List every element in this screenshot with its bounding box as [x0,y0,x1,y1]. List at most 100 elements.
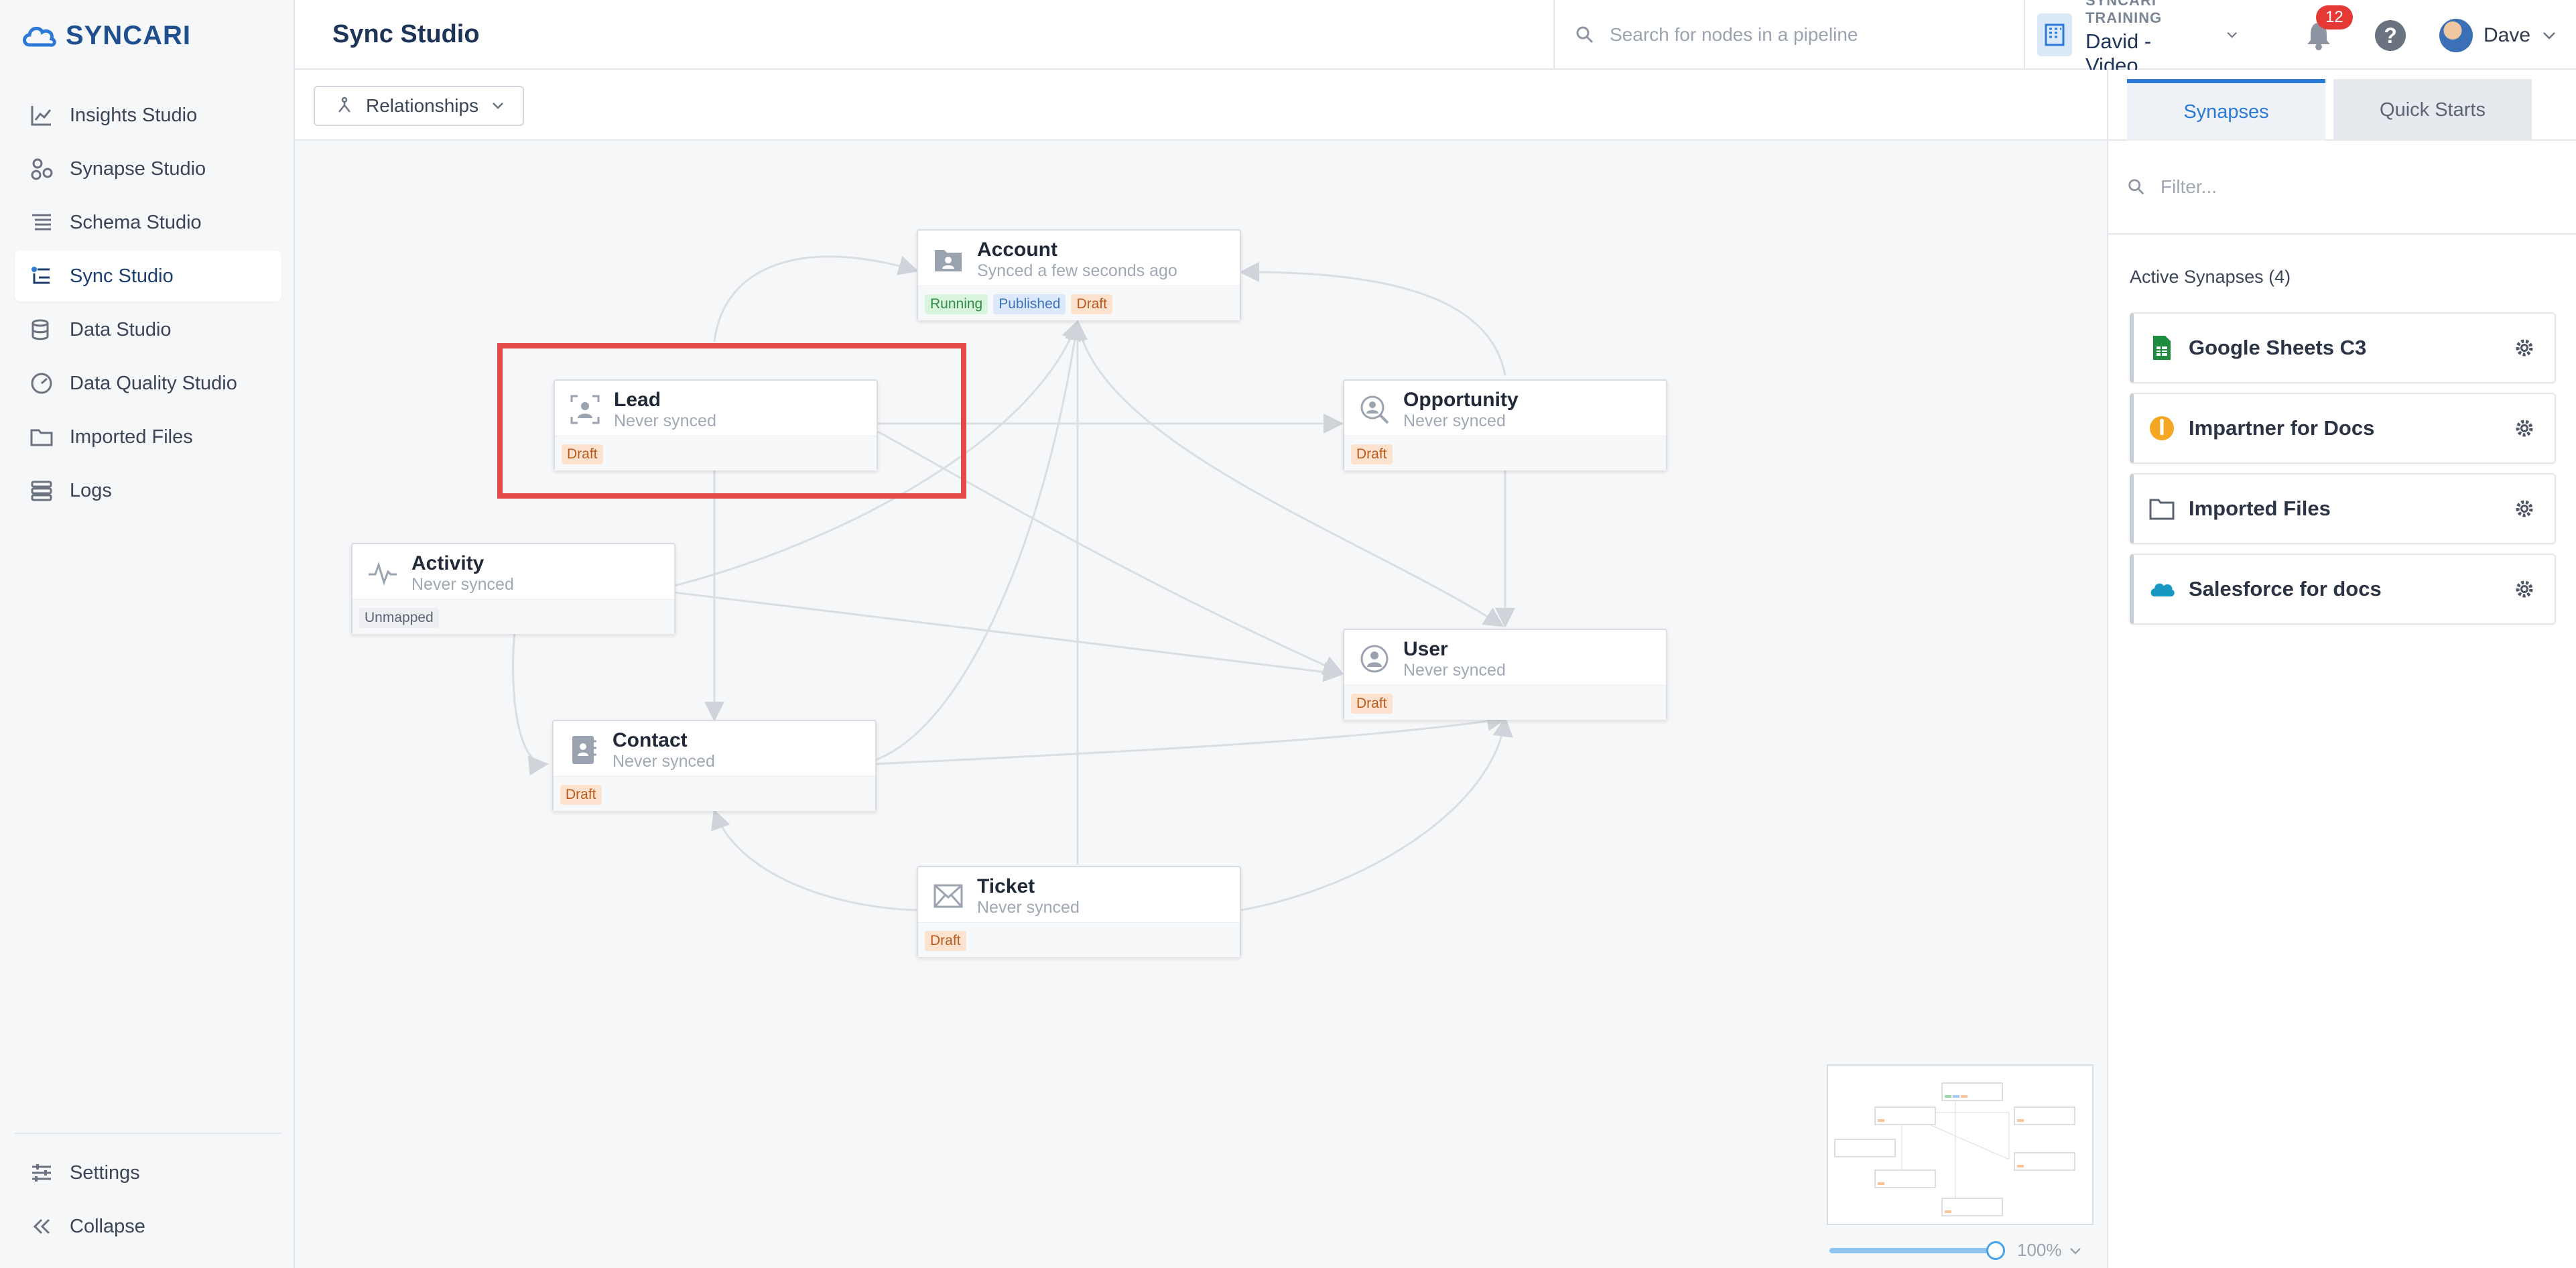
node-sync-status: Never synced [411,575,514,594]
folder-icon [2148,495,2175,522]
page-title: Sync Studio [332,20,480,48]
building-icon [2037,13,2072,56]
salesforce-icon [2148,576,2175,603]
sidebar-item-synapse-studio[interactable]: Synapse Studio [15,143,281,194]
gear-icon[interactable] [2514,579,2534,599]
sidebar-item-collapse[interactable]: Collapse [15,1201,281,1252]
user-circle-icon [1358,642,1391,676]
synapse-icon [28,155,55,182]
brand-name: SYNCARI [66,20,192,50]
status-badge-draft: Draft [1071,294,1112,314]
chevron-down-icon [2227,32,2237,38]
search-icon [1576,26,1594,44]
node-title: Account [977,239,1057,261]
logs-icon [28,477,55,504]
pipeline-canvas[interactable]: Relationships Account Synced a few secon… [295,70,2107,1268]
synapse-item-imported-files[interactable]: Imported Files [2130,473,2556,544]
zoom-level[interactable]: 100% [2017,1240,2062,1261]
google-sheets-icon [2148,334,2175,361]
filter-input[interactable] [2161,176,2536,198]
avatar [2439,19,2473,52]
pulse-icon [366,556,399,590]
node-title: Activity [411,552,485,574]
panel-tabs: Synapses Quick Starts [2108,70,2576,141]
magnify-person-icon [1358,393,1391,426]
sliders-icon [28,1159,55,1186]
tab-synapses[interactable]: Synapses [2127,79,2325,141]
node-search [1553,0,2025,70]
sidebar-item-label: Synapse Studio [70,157,206,180]
edge-activity-contact [512,631,549,776]
gauge-icon [28,370,55,397]
sidebar-item-logs[interactable]: Logs [15,465,281,516]
envelope-icon [931,879,965,913]
synapse-item-google-sheets[interactable]: Google Sheets C3 [2130,312,2556,383]
sidebar-item-label: Imported Files [70,426,193,448]
node-user[interactable]: User Never synced Draft [1343,629,1667,720]
chevron-down-icon [2543,32,2555,40]
synapse-item-impartner[interactable]: Impartner for Docs [2130,393,2556,464]
double-chevron-left-icon [28,1213,55,1240]
status-badge-published: Published [993,294,1066,314]
node-title: Ticket [977,875,1035,897]
edge-ticket-contact [711,809,917,911]
edge-account-user [1076,321,1504,627]
node-account[interactable]: Account Synced a few seconds ago Running… [917,229,1241,320]
gear-icon[interactable] [2514,338,2534,358]
search-icon [2128,179,2144,195]
gear-icon[interactable] [2514,418,2534,438]
status-badge-draft: Draft [925,931,966,951]
sync-icon [28,263,55,290]
minimap[interactable] [1827,1064,2094,1225]
impartner-icon [2148,415,2175,442]
notification-badge: 12 [2316,5,2353,29]
sidebar-nav: Insights Studio Synapse Studio Schema St… [15,90,281,519]
node-ticket[interactable]: Ticket Never synced Draft [917,866,1241,957]
sidebar-item-imported-files[interactable]: Imported Files [15,411,281,462]
node-opportunity[interactable]: Opportunity Never synced Draft [1343,379,1667,470]
synapses-panel: Synapses Quick Starts Active Synapses (4… [2107,70,2576,1268]
synapse-filter [2108,141,2576,235]
search-input[interactable] [1610,24,2012,46]
tab-quick-starts[interactable]: Quick Starts [2333,79,2532,141]
zoom-slider[interactable] [1829,1241,2005,1260]
sidebar-item-insights-studio[interactable]: Insights Studio [15,90,281,141]
chevron-down-icon[interactable] [2069,1244,2082,1257]
sidebar-item-settings[interactable]: Settings [15,1147,281,1198]
gear-icon[interactable] [2514,499,2534,519]
sidebar-item-schema-studio[interactable]: Schema Studio [15,197,281,248]
minimap-preview [1834,1082,2075,1216]
contact-book-icon [567,733,600,767]
sidebar-item-data-studio[interactable]: Data Studio [15,304,281,355]
node-title: User [1403,638,1448,660]
edge-activity-user [673,591,1344,682]
edge-lead-account [713,255,919,342]
sidebar-item-label: Sync Studio [70,265,174,287]
schema-icon [28,209,55,236]
org-switcher[interactable]: SYNCARI TRAINING David - Video [2037,0,2238,77]
sidebar-item-label: Insights Studio [70,104,198,126]
sidebar: SYNCARI Insights Studio Synapse Studio S… [0,0,295,1268]
database-icon [28,316,55,343]
node-sync-status: Synced a few seconds ago [977,261,1177,280]
zoom-slider-handle[interactable] [1986,1241,2005,1260]
user-menu[interactable]: Dave [2439,19,2557,52]
status-badge-running: Running [925,294,988,314]
node-sync-status: Never synced [1403,661,1506,680]
sidebar-bottom: Settings Collapse [15,1133,281,1255]
sidebar-item-data-quality-studio[interactable]: Data Quality Studio [15,358,281,409]
status-badge-draft: Draft [1351,694,1393,714]
help-button[interactable]: ? [2375,20,2406,51]
synapse-name: Imported Files [2189,497,2331,520]
sidebar-item-label: Schema Studio [70,211,202,233]
edge-opportunity-account [1239,261,1506,376]
node-activity[interactable]: Activity Never synced Unmapped [351,543,675,634]
folder-icon [28,424,55,450]
sidebar-item-sync-studio[interactable]: Sync Studio [15,251,281,302]
synapse-item-salesforce[interactable]: Salesforce for docs [2130,554,2556,625]
node-contact[interactable]: Contact Never synced Draft [552,720,877,811]
sidebar-item-label: Data Studio [70,318,172,340]
syncari-logo[interactable]: SYNCARI [20,20,191,51]
cloud-logo-icon [23,26,56,47]
active-synapses-heading: Active Synapses (4) [2130,267,2291,287]
